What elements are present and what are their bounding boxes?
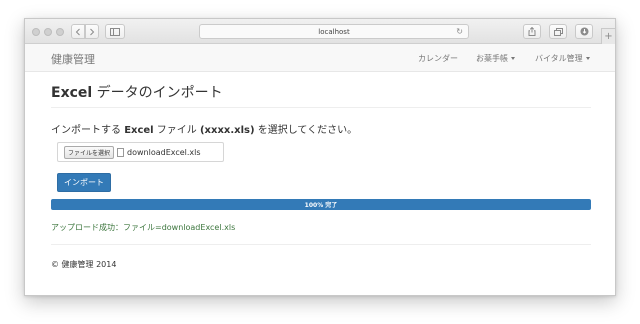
instruction-excel: Excel: [124, 125, 154, 136]
app-navbar: 健康管理 カレンダー お薬手帳 バイタル管理: [25, 44, 615, 72]
page-title-rest: データのインポート: [92, 85, 223, 101]
progress-label: 100% 完了: [304, 202, 338, 209]
footer-copyright: © 健康管理 2014: [51, 260, 117, 269]
close-window-button[interactable]: [32, 28, 40, 36]
share-icon: [528, 27, 536, 36]
progress-fill: 100% 完了: [51, 199, 591, 210]
downloads-button[interactable]: [575, 24, 593, 39]
new-tab-button[interactable]: +: [601, 28, 615, 44]
chevron-left-icon: [75, 28, 80, 35]
instruction-text: インポートする Excel ファイル (xxxx.xls) を選択してください。: [51, 121, 357, 136]
caret-down-icon: [585, 57, 590, 60]
import-button[interactable]: インポート: [57, 173, 111, 192]
footer-divider: [51, 244, 591, 245]
address-bar[interactable]: localhost ↻: [199, 24, 469, 39]
upload-progress-bar: 100% 完了: [51, 199, 591, 210]
plus-icon: +: [604, 31, 613, 42]
download-icon: [580, 27, 588, 36]
forward-button[interactable]: [85, 24, 99, 39]
instruction-part: インポートする: [51, 125, 125, 136]
chevron-right-icon: [90, 28, 95, 35]
nav-item-medication-notebook[interactable]: お薬手帳: [476, 53, 515, 64]
nav-item-label: カレンダー: [418, 54, 458, 63]
page-title-bold: Excel: [51, 85, 93, 101]
reload-icon[interactable]: ↻: [456, 27, 463, 37]
brand-link[interactable]: 健康管理: [51, 51, 95, 67]
share-button[interactable]: [523, 24, 541, 39]
browser-window: localhost ↻ + 健康管理 カレンダー お薬手帳 バイタル管理 Exc…: [24, 18, 616, 296]
choose-file-button[interactable]: ファイルを選択: [64, 145, 115, 159]
upload-success-message: アップロード成功：ファイル=downloadExcel.xls: [51, 223, 236, 232]
instruction-extension: (xxxx.xls): [199, 125, 255, 136]
tabs-icon: [553, 27, 563, 36]
browser-toolbar: localhost ↻ +: [25, 19, 615, 44]
file-icon: [117, 147, 125, 157]
url-text: localhost: [318, 27, 350, 36]
nav-item-label: バイタル管理: [535, 54, 583, 63]
zoom-window-button[interactable]: [56, 28, 64, 36]
nav-item-calendar[interactable]: カレンダー: [418, 53, 458, 64]
nav-item-vital-management[interactable]: バイタル管理: [535, 53, 590, 64]
instruction-part: ファイル: [153, 125, 200, 136]
tabs-overview-button[interactable]: [549, 24, 567, 39]
sidebar-icon: [110, 27, 120, 36]
minimize-window-button[interactable]: [44, 28, 52, 36]
nav-item-label: お薬手帳: [476, 54, 508, 63]
page-title: Excel データのインポート: [51, 82, 591, 108]
instruction-part: を選択してください。: [254, 125, 358, 136]
file-input[interactable]: ファイルを選択 downloadExcel.xls: [57, 142, 224, 162]
sidebar-toggle-button[interactable]: [105, 24, 125, 39]
selected-file-name: downloadExcel.xls: [127, 147, 201, 157]
caret-down-icon: [511, 57, 515, 60]
back-button[interactable]: [71, 24, 85, 39]
